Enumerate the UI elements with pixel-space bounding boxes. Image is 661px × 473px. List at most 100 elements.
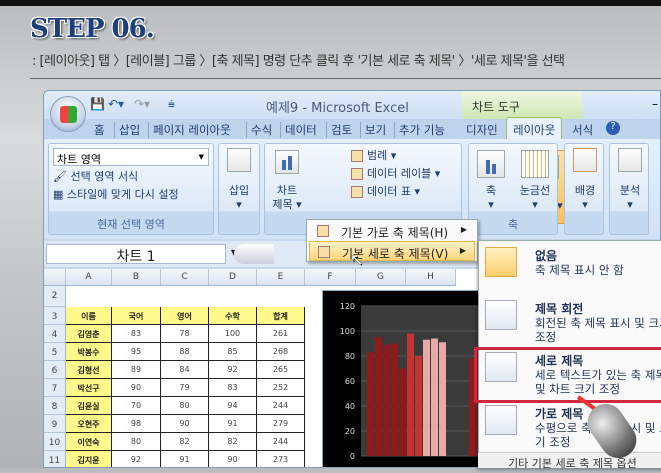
row-header[interactable]: 9 [44,415,66,433]
save-icon[interactable]: 💾 [90,97,105,111]
row-header[interactable]: 8 [44,397,66,415]
column-header[interactable]: B [112,269,161,286]
option-none[interactable]: 없음 축 제목 표시 안 함 [479,243,661,295]
cell[interactable]: 95 [112,343,161,361]
tab-formulas[interactable]: 수식 [246,122,272,138]
cell[interactable]: 92 [209,361,257,379]
tab-page-layout[interactable]: 페이지 레이아웃 [148,122,231,138]
tab-format[interactable]: 서식 [568,122,593,138]
cell[interactable]: 수학 [209,307,257,325]
cell[interactable]: 83 [112,325,161,343]
cell[interactable]: 오현주 [66,415,112,433]
row-header[interactable]: 2 [44,286,66,307]
cell[interactable]: 98 [112,415,161,433]
more-options-item[interactable]: 기타 기본 세로 축 제목 옵션 [478,452,661,470]
cell[interactable]: 70 [112,397,161,415]
row-header[interactable]: 7 [44,379,66,397]
cell[interactable]: 이연숙 [66,433,112,451]
column-header[interactable]: E [257,269,305,286]
cell[interactable]: 박선구 [66,379,112,397]
cell[interactable]: 92 [112,451,161,467]
column-header[interactable]: F [305,269,356,286]
row-header[interactable]: 6 [44,361,66,379]
cell[interactable]: 김영춘 [66,325,112,343]
bar-korean[interactable] [439,342,446,456]
cell[interactable]: 94 [209,397,257,415]
cell[interactable]: 261 [257,325,305,343]
tab-layout[interactable]: 레이아웃 [506,117,563,139]
cell[interactable]: 85 [209,343,257,361]
tab-design[interactable]: 디자인 [462,122,498,138]
cell[interactable]: 252 [257,379,305,397]
column-header[interactable]: H [406,269,456,286]
option-rotated-title[interactable]: 제목 회전 회전된 축 제목 표시 및 크기 조정 [479,296,661,348]
tab-add-ins[interactable]: 추가 기능 [394,122,445,138]
select-all-corner[interactable] [44,269,66,286]
bar-korean[interactable] [423,339,430,456]
row-header[interactable]: 3 [44,307,66,325]
cell[interactable]: 80 [112,433,161,451]
bar-korean[interactable] [367,352,374,456]
cell[interactable]: 90 [112,379,161,397]
row-header[interactable]: 11 [44,451,66,467]
cell[interactable]: 100 [209,325,257,343]
axes-button[interactable]: 축 ▾ [471,184,511,212]
insert-button[interactable]: 삽입 ▾ [219,184,259,212]
cell[interactable]: 90 [209,451,257,467]
cell[interactable]: 김지윤 [66,451,112,467]
column-header[interactable]: C [161,269,209,286]
menu-item-primary-vertical[interactable]: 기본 세로 축 제목(V) ▶ [309,241,475,261]
cell[interactable]: 82 [209,433,257,451]
legend-button[interactable]: 범례 ▾ [367,149,396,163]
tab-view[interactable]: 보기 [360,122,386,138]
cell[interactable]: 79 [161,379,209,397]
cell[interactable]: 합계 [257,307,305,325]
cell[interactable]: 이름 [66,307,112,325]
redo-icon[interactable]: ↷▾ [134,97,150,111]
chart-title-button[interactable]: 차트 제목 ▾ [267,184,307,212]
row-header[interactable]: 4 [44,325,66,343]
bar-korean[interactable] [415,356,422,456]
menu-item-primary-horizontal[interactable]: 기본 가로 축 제목(H) ▶ [309,221,475,241]
background-button[interactable]: 배경 ▾ [565,184,605,212]
format-selection-button[interactable]: 🖌 선택 영역 서식 [53,170,138,184]
help-icon[interactable]: ? [606,121,620,135]
name-box[interactable]: 차트 1▼ [46,244,237,265]
cell[interactable]: 89 [112,361,161,379]
gridlines-button[interactable]: 눈금선 ▾ [513,184,557,212]
column-header[interactable]: A [66,269,112,286]
cell[interactable]: 244 [257,433,305,451]
row-header[interactable]: 5 [44,343,66,361]
cell[interactable]: 78 [161,325,209,343]
reset-style-button[interactable]: ▦ 스타일에 맞게 다시 설정 [53,188,179,202]
customize-icon[interactable]: ⩧ [168,97,175,112]
cell[interactable]: 김윤실 [66,397,112,415]
analysis-button[interactable]: 분석 ▾ [610,184,650,212]
cell[interactable]: 80 [161,397,209,415]
cell[interactable]: 91 [209,415,257,433]
cell[interactable]: 244 [257,397,305,415]
bar-korean[interactable] [383,344,390,456]
bar-korean[interactable] [407,333,414,457]
cell[interactable]: 82 [161,433,209,451]
data-labels-button[interactable]: 데이터 레이블 ▾ [367,167,440,181]
column-header[interactable]: D [209,269,257,286]
chart-area[interactable]: 0 20 40 60 80 100 120 [322,290,492,468]
chart-elements-dropdown[interactable]: 차트 영역 ▼ [53,148,209,166]
cell[interactable]: 90 [161,415,209,433]
cell[interactable]: 268 [257,343,305,361]
data-table-button[interactable]: 데이터 표 ▾ [367,185,420,199]
tab-review[interactable]: 검토 [326,122,352,138]
cell[interactable]: 84 [161,361,209,379]
cell[interactable]: 91 [161,451,209,467]
cell[interactable]: 국어 [112,307,161,325]
office-button[interactable] [50,96,86,132]
cell[interactable]: 265 [257,361,305,379]
bar-korean[interactable] [431,338,438,457]
cell[interactable]: 김형선 [66,361,112,379]
cell[interactable]: 83 [209,379,257,397]
tab-home[interactable]: 홈 [90,122,105,138]
tab-data[interactable]: 데이터 [280,122,317,138]
cell[interactable]: 279 [257,415,305,433]
undo-icon[interactable]: ↶▾ [108,97,124,111]
